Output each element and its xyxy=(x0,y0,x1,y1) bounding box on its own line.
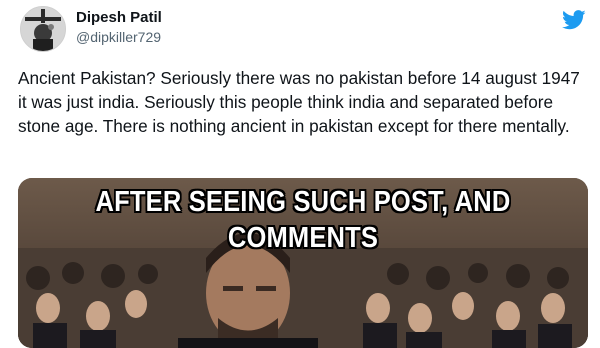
meme-caption: AFTER SEEING SUCH POST, AND COMMENTS xyxy=(95,186,511,254)
author-handle[interactable]: @dipkiller729 xyxy=(76,28,162,47)
twitter-bird-icon[interactable] xyxy=(562,10,586,30)
author-names: Dipesh Patil @dipkiller729 xyxy=(76,8,162,47)
author-avatar[interactable] xyxy=(20,6,66,52)
tweet-text: Ancient Pakistan? Seriously there was no… xyxy=(18,68,580,136)
tweet-media-image[interactable]: AFTER SEEING SUCH POST, AND COMMENTS xyxy=(18,178,588,348)
author-display-name[interactable]: Dipesh Patil xyxy=(76,8,162,28)
tweet-header: Dipesh Patil @dipkiller729 xyxy=(20,6,590,58)
